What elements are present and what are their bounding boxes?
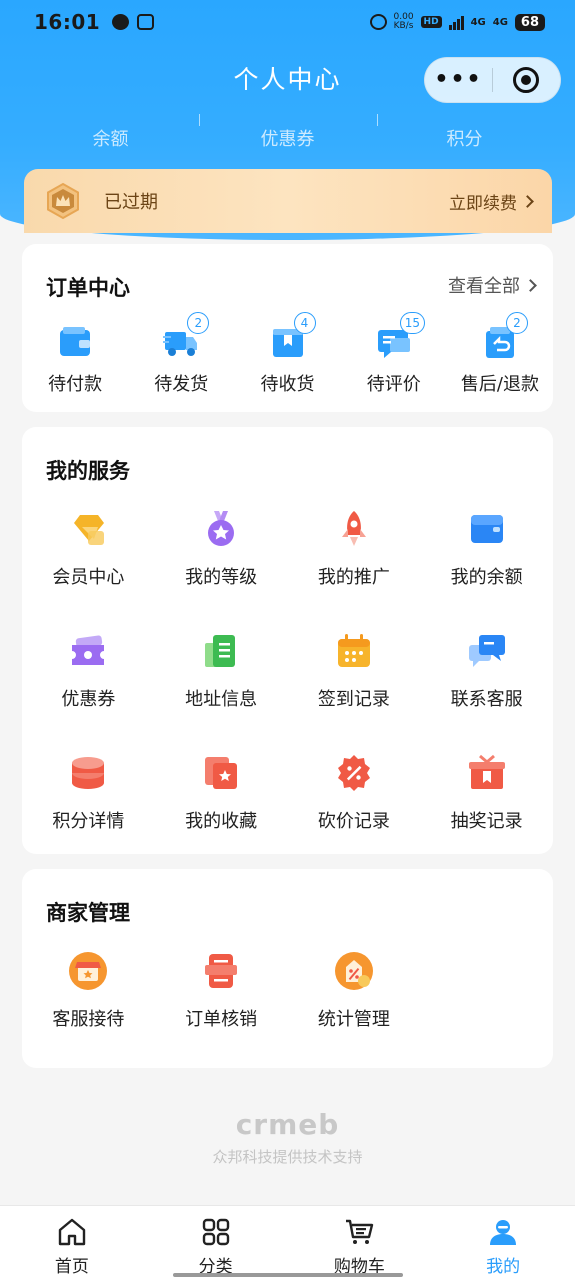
my-services-title: 我的服务 (46, 459, 130, 483)
service-my-favorites[interactable]: 我的收藏 (155, 753, 288, 833)
stat-divider (199, 114, 200, 126)
grid-icon (202, 1218, 229, 1246)
stat-balance[interactable]: 余额 (22, 125, 199, 151)
return-icon: 2 (482, 312, 528, 360)
order-pending-payment[interactable]: 待付款 (22, 324, 128, 396)
service-points-details[interactable]: 积分详情 (22, 753, 155, 833)
service-checkin-records[interactable]: 签到记录 (288, 631, 421, 711)
net-speed: 0.00 KB/s (393, 12, 414, 31)
chevron-right-icon (524, 278, 537, 292)
rocket-icon (334, 509, 374, 549)
wechat-icon (112, 14, 130, 30)
service-bargain-records[interactable]: 砍价记录 (288, 753, 421, 833)
stats-row: 余额 优惠券 积分 (22, 118, 553, 158)
network-type-1: 4G (470, 16, 486, 28)
mini-program-capsule: ••• (424, 57, 561, 103)
more-dots-icon[interactable]: ••• (425, 57, 492, 103)
diamond-icon (68, 509, 108, 549)
gift-box-icon (467, 753, 507, 793)
my-services-card: 我的服务 会员中心 我的等级 我的推广 我的余额 优惠券 地址信息 签到记录 联… (22, 427, 553, 854)
service-coupons[interactable]: 优惠券 (22, 631, 155, 711)
merchant-order-verification[interactable]: 订单核销 (155, 951, 288, 1031)
wallet-icon (57, 324, 93, 360)
merchant-statistics[interactable]: 统计管理 (288, 951, 421, 1031)
truck-icon: 2 (163, 312, 210, 360)
stat-points[interactable]: 积分 (376, 125, 553, 151)
service-lottery-records[interactable]: 抽奖记录 (420, 753, 553, 833)
cart-icon (346, 1219, 374, 1244)
tab-me[interactable]: 我的 (431, 1206, 575, 1280)
service-my-level[interactable]: 我的等级 (155, 509, 288, 589)
battery-indicator: 68 (514, 13, 545, 31)
order-after-sales[interactable]: 2 售后/退款 (447, 312, 553, 396)
footer-credit: 众邦科技提供技术支持 (212, 1148, 363, 1166)
hd-badge: HD (420, 16, 442, 28)
order-center-title: 订单中心 (46, 276, 130, 300)
receipt-icon (201, 951, 241, 991)
crown-hexagon-icon (44, 182, 82, 220)
badge-count: 4 (293, 312, 316, 334)
home-icon (58, 1218, 86, 1246)
discount-badge-icon (334, 753, 374, 793)
stats-bag-icon (334, 951, 374, 991)
tab-cart[interactable]: 购物车 (288, 1206, 432, 1280)
user-icon (490, 1220, 517, 1245)
calendar-icon (334, 631, 374, 671)
service-my-promotion[interactable]: 我的推广 (288, 509, 421, 589)
alarm-icon (369, 14, 387, 30)
chevron-right-icon (521, 194, 534, 208)
badge-count: 2 (187, 312, 210, 334)
chat-icon (467, 631, 507, 671)
service-my-balance[interactable]: 我的余额 (420, 509, 553, 589)
merchant-customer-service[interactable]: 客服接待 (22, 951, 155, 1031)
vip-banner[interactable]: 已过期 立即续费 (24, 169, 552, 233)
status-bar: 16:01 0.00 KB/s HD 4G 4G 68 (0, 0, 575, 44)
package-icon: 4 (270, 312, 316, 360)
home-indicator (173, 1273, 403, 1277)
badge-count: 2 (505, 312, 528, 334)
shop-icon (68, 951, 108, 991)
bottom-tab-bar: 首页 分类 购物车 我的 (0, 1205, 575, 1280)
message-icon (137, 14, 155, 30)
network-type-2: 4G (492, 16, 508, 28)
renew-button[interactable]: 立即续费 (449, 189, 534, 214)
comment-icon: 15 (376, 312, 425, 360)
medal-icon (201, 509, 241, 549)
address-book-icon (201, 631, 241, 671)
signal-icon (448, 14, 464, 30)
order-pending-shipment[interactable]: 2 待发货 (128, 312, 234, 396)
view-all-orders-link[interactable]: 查看全部 (448, 272, 537, 298)
favorites-icon (201, 753, 241, 793)
service-member-center[interactable]: 会员中心 (22, 509, 155, 589)
tab-category[interactable]: 分类 (144, 1206, 288, 1280)
coupon-icon (68, 631, 108, 671)
crmeb-logo: crmeb (235, 1108, 340, 1141)
order-center-card: 订单中心 查看全部 待付款 2 待发货 4 待收货 15 待评价 2 售后/退款 (22, 244, 553, 412)
stat-divider (377, 114, 378, 126)
badge-count: 15 (399, 312, 425, 334)
service-address-info[interactable]: 地址信息 (155, 631, 288, 711)
wallet-icon (467, 509, 507, 549)
tab-home[interactable]: 首页 (0, 1206, 144, 1280)
coins-stack-icon (68, 753, 108, 793)
target-icon[interactable] (493, 67, 560, 93)
status-time: 16:01 (34, 10, 101, 34)
service-contact-support[interactable]: 联系客服 (420, 631, 553, 711)
order-pending-receipt[interactable]: 4 待收货 (234, 312, 340, 396)
order-pending-review[interactable]: 15 待评价 (341, 312, 447, 396)
merchant-management-title: 商家管理 (46, 901, 130, 925)
stat-coupons[interactable]: 优惠券 (199, 125, 376, 151)
merchant-management-card: 商家管理 客服接待 订单核销 统计管理 (22, 869, 553, 1068)
vip-status: 已过期 (104, 192, 158, 213)
